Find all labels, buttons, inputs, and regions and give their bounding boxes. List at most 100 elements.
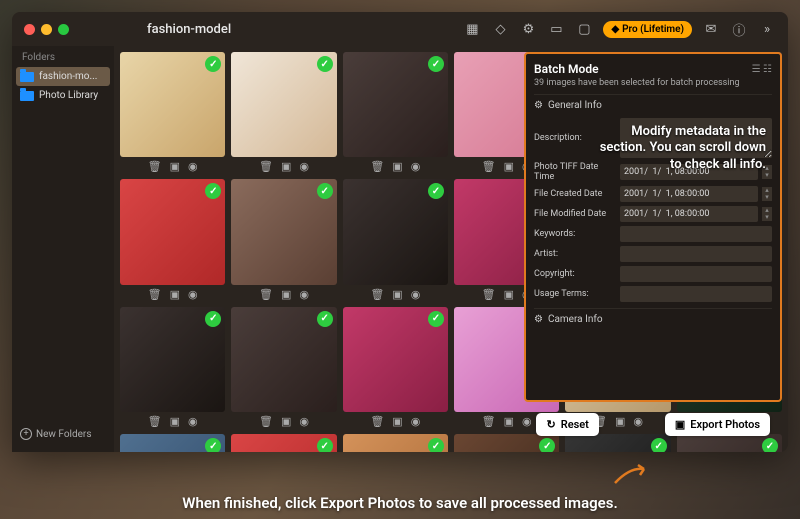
stepper[interactable]: ▴▾ — [762, 207, 772, 221]
id-icon[interactable]: ▢ — [575, 20, 593, 38]
close-window-button[interactable] — [24, 24, 35, 35]
thumbnail-image[interactable]: ✓ — [120, 307, 225, 412]
thumbnail-cell[interactable]: ✓ 🗑 ▣ ◉ — [677, 434, 782, 452]
general-info-section[interactable]: ⚙ General Info — [534, 94, 772, 116]
trash-icon[interactable]: 🗑 — [259, 415, 273, 428]
gear-icon[interactable]: ⚙ — [519, 20, 537, 38]
keywords-input[interactable] — [620, 226, 772, 242]
trash-icon[interactable]: 🗑 — [370, 415, 384, 428]
thumbnail-image[interactable]: ✓ — [565, 434, 670, 452]
folder-icon[interactable]: ▣ — [170, 160, 180, 173]
trash-icon[interactable]: 🗑 — [482, 288, 496, 301]
info-icon[interactable]: ⓘ — [730, 20, 748, 38]
eye-icon[interactable]: ◉ — [299, 288, 309, 301]
sidebar-item-photo-library[interactable]: Photo Library — [12, 86, 114, 105]
trash-icon[interactable]: 🗑 — [259, 160, 273, 173]
trash-icon[interactable]: 🗑 — [482, 415, 496, 428]
thumbnail-cell[interactable]: ✓ 🗑 ▣ ◉ — [231, 52, 336, 173]
thumbnail-image[interactable]: ✓ — [231, 434, 336, 452]
eye-icon[interactable]: ◉ — [411, 288, 421, 301]
pro-badge[interactable]: ◆Pro (Lifetime) — [603, 21, 692, 38]
thumbnail-image[interactable]: ✓ — [343, 434, 448, 452]
trash-icon[interactable]: 🗑 — [148, 160, 162, 173]
calendar-icon[interactable]: ▦ — [463, 20, 481, 38]
thumbnail-cell[interactable]: ✓ 🗑 ▣ ◉ — [231, 434, 336, 452]
minimize-window-button[interactable] — [41, 24, 52, 35]
folder-icon[interactable]: ▣ — [504, 415, 514, 428]
stepper[interactable]: ▴▾ — [762, 165, 772, 179]
thumbnail-image[interactable]: ✓ — [343, 52, 448, 157]
eye-icon[interactable]: ◉ — [188, 160, 198, 173]
tiff-date-input[interactable] — [620, 164, 758, 180]
thumbnail-image[interactable]: ✓ — [231, 52, 336, 157]
folder-icon[interactable]: ▣ — [281, 288, 291, 301]
modified-date-input[interactable] — [620, 206, 758, 222]
folder-icon[interactable]: ▣ — [392, 415, 402, 428]
thumbnail-cell[interactable]: ✓ 🗑 ▣ ◉ — [120, 307, 225, 428]
folder-icon[interactable]: ▣ — [170, 415, 180, 428]
eye-icon[interactable]: ◉ — [411, 160, 421, 173]
folder-icon[interactable]: ▣ — [504, 288, 514, 301]
folder-icon[interactable]: ▣ — [392, 160, 402, 173]
eraser-icon[interactable]: ◇ — [491, 20, 509, 38]
trash-icon[interactable]: 🗑 — [482, 160, 496, 173]
thumbnail-image[interactable]: ✓ — [677, 434, 782, 452]
eye-icon[interactable]: ◉ — [299, 415, 309, 428]
trash-icon[interactable]: 🗑 — [370, 288, 384, 301]
checkmark-icon: ✓ — [205, 183, 221, 199]
thumbnail-image[interactable]: ✓ — [120, 179, 225, 284]
folder-icon[interactable]: ▣ — [504, 160, 514, 173]
thumbnail-image[interactable]: ✓ — [454, 434, 559, 452]
more-icon[interactable]: » — [758, 20, 776, 38]
panel-title: Batch Mode — [534, 62, 599, 76]
thumbnail-image[interactable]: ✓ — [343, 307, 448, 412]
eye-icon[interactable]: ◉ — [188, 415, 198, 428]
thumbnail-cell[interactable]: ✓ 🗑 ▣ ◉ — [120, 434, 225, 452]
thumbnail-image[interactable]: ✓ — [343, 179, 448, 284]
thumbnail-image[interactable]: ✓ — [120, 52, 225, 157]
new-folder-button[interactable]: + New Folders — [12, 422, 114, 446]
thumbnail-cell[interactable]: ✓ 🗑 ▣ ◉ — [343, 307, 448, 428]
thumbnail-cell[interactable]: ✓ 🗑 ▣ ◉ — [120, 52, 225, 173]
folder-icon[interactable]: ▣ — [392, 288, 402, 301]
thumbnail-image[interactable]: ✓ — [231, 307, 336, 412]
description-input[interactable] — [620, 118, 772, 158]
thumbnail-image[interactable]: ✓ — [120, 434, 225, 452]
created-date-input[interactable] — [620, 186, 758, 202]
thumbnail-cell[interactable]: ✓ 🗑 ▣ ◉ — [343, 434, 448, 452]
panel-view-toggle[interactable]: ☰ ☷ — [752, 64, 772, 75]
export-photos-button[interactable]: ▣ Export Photos — [665, 413, 770, 436]
usage-input[interactable] — [620, 286, 772, 302]
thumbnail-cell[interactable]: ✓ 🗑 ▣ ◉ — [343, 179, 448, 300]
thumbnail-image[interactable]: ✓ — [231, 179, 336, 284]
thumbnail-cell[interactable]: ✓ 🗑 ▣ ◉ — [120, 179, 225, 300]
eye-icon[interactable]: ◉ — [522, 415, 532, 428]
artist-input[interactable] — [620, 246, 772, 262]
maximize-window-button[interactable] — [58, 24, 69, 35]
thumbnail-cell[interactable]: ✓ 🗑 ▣ ◉ — [231, 307, 336, 428]
trash-icon[interactable]: 🗑 — [148, 415, 162, 428]
copyright-input[interactable] — [620, 266, 772, 282]
folder-icon[interactable]: ▣ — [281, 415, 291, 428]
thumbnail-cell[interactable]: ✓ 🗑 ▣ ◉ — [565, 434, 670, 452]
eye-icon[interactable]: ◉ — [188, 288, 198, 301]
thumbnail-cell[interactable]: ✓ 🗑 ▣ ◉ — [231, 179, 336, 300]
reset-button[interactable]: ↻ Reset — [536, 413, 598, 436]
thumbnail-cell[interactable]: ✓ 🗑 ▣ ◉ — [343, 52, 448, 173]
trash-icon[interactable]: 🗑 — [259, 288, 273, 301]
book-icon[interactable]: ▭ — [547, 20, 565, 38]
action-buttons: ↻ Reset ▣ Export Photos — [536, 413, 770, 436]
camera-info-section[interactable]: ⚙ Camera Info — [534, 308, 772, 330]
mail-icon[interactable]: ✉ — [702, 20, 720, 38]
traffic-lights — [24, 24, 69, 35]
eye-icon[interactable]: ◉ — [299, 160, 309, 173]
folder-icon[interactable]: ▣ — [281, 160, 291, 173]
stepper[interactable]: ▴▾ — [762, 187, 772, 201]
titlebar: fashion-model ▦ ◇ ⚙ ▭ ▢ ◆Pro (Lifetime) … — [12, 12, 788, 46]
sidebar-item-fashion-model[interactable]: fashion-mo... — [16, 67, 110, 86]
trash-icon[interactable]: 🗑 — [148, 288, 162, 301]
thumbnail-cell[interactable]: ✓ 🗑 ▣ ◉ — [454, 434, 559, 452]
eye-icon[interactable]: ◉ — [411, 415, 421, 428]
trash-icon[interactable]: 🗑 — [370, 160, 384, 173]
folder-icon[interactable]: ▣ — [170, 288, 180, 301]
